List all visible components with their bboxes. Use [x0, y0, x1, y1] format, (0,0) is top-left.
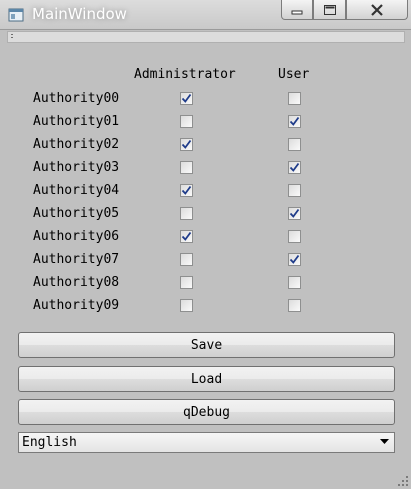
- user-checkbox[interactable]: [288, 230, 301, 243]
- admin-checkbox[interactable]: [180, 207, 193, 220]
- load-button-label: Load: [190, 371, 223, 387]
- admin-checkbox[interactable]: [180, 299, 193, 312]
- authority-label: Authority08: [33, 275, 120, 290]
- authority-label: Authority05: [33, 206, 120, 221]
- authority-label: Authority07: [33, 252, 120, 267]
- check-icon: [289, 116, 300, 126]
- authority-label: Authority03: [33, 160, 120, 175]
- save-button-label: Save: [190, 337, 223, 353]
- check-icon: [289, 254, 300, 264]
- window-title: MainWindow: [32, 5, 127, 23]
- check-icon: [181, 231, 192, 241]
- admin-checkbox[interactable]: [180, 92, 193, 105]
- user-checkbox[interactable]: [288, 276, 301, 289]
- check-icon: [289, 208, 300, 218]
- check-icon: [289, 162, 300, 172]
- language-select[interactable]: English: [18, 432, 395, 453]
- close-icon: [371, 3, 383, 16]
- title-bar: MainWindow: [0, 0, 411, 30]
- authority-label: Authority01: [33, 114, 120, 129]
- user-checkbox[interactable]: [288, 207, 301, 220]
- maximize-icon: [323, 4, 336, 15]
- admin-checkbox[interactable]: [180, 161, 193, 174]
- check-icon: [181, 93, 192, 103]
- authority-label: Authority00: [33, 91, 120, 106]
- admin-checkbox[interactable]: [180, 115, 193, 128]
- authority-label: Authority04: [33, 183, 120, 198]
- user-checkbox[interactable]: [288, 115, 301, 128]
- user-checkbox[interactable]: [288, 253, 301, 266]
- toolbar: [7, 31, 405, 43]
- qdebug-button-label: qDebug: [183, 404, 230, 420]
- user-checkbox[interactable]: [288, 161, 301, 174]
- check-icon: [181, 185, 192, 195]
- resize-grip-icon[interactable]: [398, 476, 409, 487]
- admin-checkbox[interactable]: [180, 184, 193, 197]
- check-icon: [181, 139, 192, 149]
- header-user: User: [278, 67, 310, 82]
- authority-label: Authority06: [33, 229, 120, 244]
- qdebug-button[interactable]: qDebug: [18, 399, 395, 425]
- authority-label: Authority02: [33, 137, 120, 152]
- user-checkbox[interactable]: [288, 299, 301, 312]
- toolbar-handle-icon[interactable]: [11, 34, 13, 40]
- app-icon: [8, 7, 24, 23]
- minimize-button[interactable]: [281, 0, 313, 20]
- user-checkbox[interactable]: [288, 92, 301, 105]
- minimize-icon: [291, 10, 303, 14]
- language-select-value: English: [22, 435, 77, 450]
- header-administrator: Administrator: [134, 67, 236, 82]
- save-button[interactable]: Save: [18, 332, 395, 358]
- user-checkbox[interactable]: [288, 138, 301, 151]
- admin-checkbox[interactable]: [180, 253, 193, 266]
- user-checkbox[interactable]: [288, 184, 301, 197]
- authority-label: Authority09: [33, 298, 120, 313]
- close-button[interactable]: [346, 0, 408, 20]
- admin-checkbox[interactable]: [180, 138, 193, 151]
- load-button[interactable]: Load: [18, 366, 395, 392]
- chevron-down-icon: [380, 439, 389, 444]
- admin-checkbox[interactable]: [180, 230, 193, 243]
- admin-checkbox[interactable]: [180, 276, 193, 289]
- maximize-button[interactable]: [313, 0, 346, 20]
